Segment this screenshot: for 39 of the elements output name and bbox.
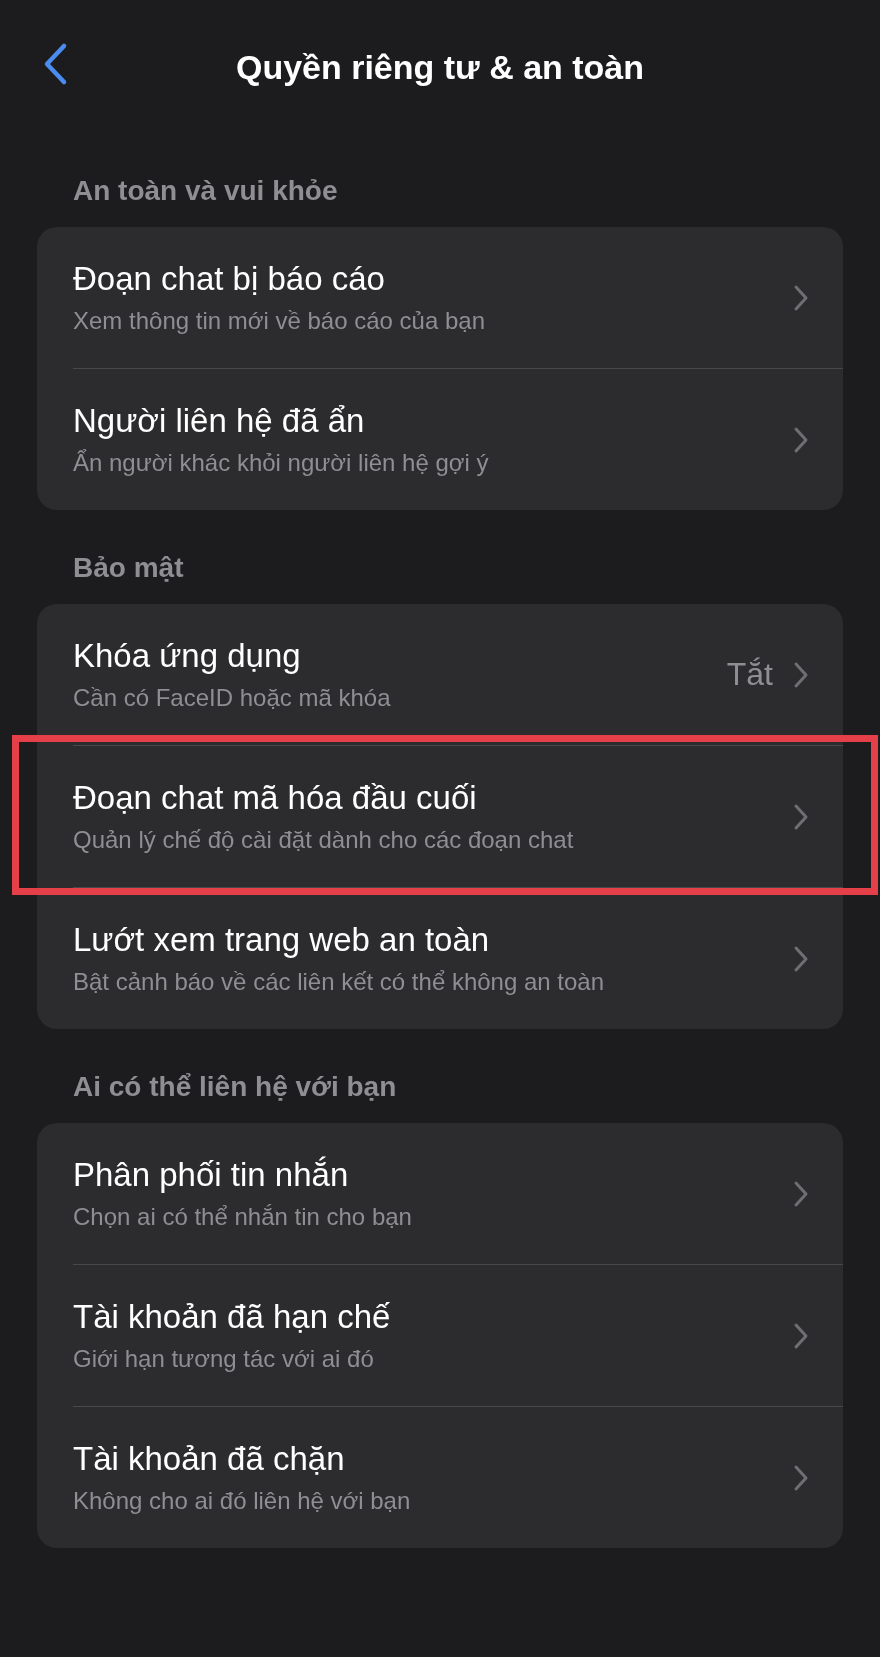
chevron-icon	[793, 283, 809, 312]
settings-row[interactable]: Tài khoản đã hạn chế Giới hạn tương tác với ai đó	[37, 1265, 843, 1406]
settings-row[interactable]: Đoạn chat bị báo cáo Xem thông tin mới về báo cáo của bạn	[37, 227, 843, 368]
row-subtitle: Ẩn người khác khỏi người liên hệ gợi ý	[73, 447, 490, 478]
settings-row[interactable]: Tài khoản đã chặn Không cho ai đó liên hệ với bạn	[37, 1407, 843, 1548]
back-button[interactable]	[42, 42, 68, 86]
row-subtitle: Bật cảnh báo về các liên kết có thể không an toàn	[73, 966, 606, 997]
row-subtitle: Quản lý chế độ cài đặt dành cho các đoạn chat	[73, 824, 575, 855]
chevron-icon	[793, 1321, 809, 1350]
page-title: Quyền riêng tư & an toàn	[235, 48, 645, 87]
chevron-icon	[793, 1179, 809, 1208]
row-value: Tắt	[726, 656, 773, 693]
row-title: Phân phối tin nhắn	[73, 1155, 350, 1195]
row-title: Tài khoản đã hạn chế	[73, 1297, 392, 1337]
section-header: Ai có thể liên hệ với bạn	[72, 1070, 398, 1104]
chevron-icon	[793, 1463, 809, 1492]
row-title: Tài khoản đã chặn	[73, 1439, 346, 1479]
row-title: Lướt xem trang web an toàn	[73, 920, 491, 960]
section-header: Bảo mật	[72, 551, 185, 585]
chevron-icon	[793, 425, 809, 454]
settings-row[interactable]: Lướt xem trang web an toàn Bật cảnh báo về các liên kết có thể không an toàn	[37, 888, 843, 1029]
row-title: Đoạn chat bị báo cáo	[73, 259, 386, 299]
row-title: Người liên hệ đã ẩn	[73, 401, 366, 441]
settings-row[interactable]: Người liên hệ đã ẩn Ẩn người khác khỏi người liên hệ gợi ý	[37, 369, 843, 510]
row-subtitle: Chọn ai có thể nhắn tin cho bạn	[73, 1201, 413, 1232]
row-title: Khóa ứng dụng	[73, 636, 302, 676]
chevron-icon	[793, 802, 809, 831]
row-subtitle: Không cho ai đó liên hệ với bạn	[73, 1485, 412, 1516]
chevron-icon	[793, 660, 809, 689]
settings-row[interactable]: Phân phối tin nhắn Chọn ai có thể nhắn tin cho bạn	[37, 1123, 843, 1264]
settings-row[interactable]: Khóa ứng dụng Cần có FaceID hoặc mã khóa Tắt	[37, 604, 843, 745]
section-header: An toàn và vui khỏe	[72, 174, 339, 208]
chevron-icon	[793, 944, 809, 973]
row-subtitle: Xem thông tin mới về báo cáo của bạn	[73, 305, 486, 336]
row-subtitle: Giới hạn tương tác với ai đó	[73, 1343, 375, 1374]
back-chevron-icon	[42, 42, 68, 86]
settings-row[interactable]: Đoạn chat mã hóa đầu cuối Quản lý chế độ cài đặt dành cho các đoạn chat	[37, 746, 843, 887]
row-title: Đoạn chat mã hóa đầu cuối	[73, 778, 478, 818]
row-subtitle: Cần có FaceID hoặc mã khóa	[73, 682, 392, 713]
